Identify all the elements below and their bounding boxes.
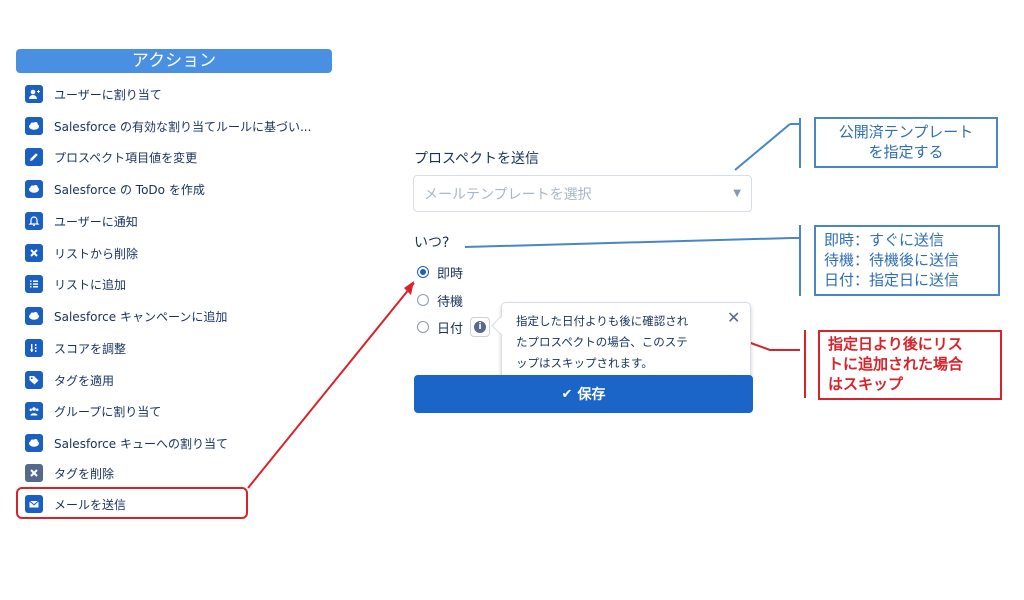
callout-skip: 指定日より後にリス トに追加された場合 はスキップ bbox=[818, 330, 1002, 400]
callout-line: はスキップ bbox=[828, 375, 904, 393]
callout-line: 日付：指定日に送信 bbox=[824, 271, 960, 289]
action-item-add-to-campaign[interactable]: Salesforce キャンペーンに追加 bbox=[22, 303, 227, 329]
callout-line: 待機：待機後に送信 bbox=[824, 251, 960, 269]
leader-line-skip bbox=[747, 341, 800, 351]
callout-timing: 即時：すぐに送信 待機：待機後に送信 日付：指定日に送信 bbox=[814, 225, 1000, 296]
action-item-label: ユーザーに通知 bbox=[54, 214, 138, 229]
list-icon bbox=[25, 275, 43, 293]
callout-line: 指定日より後にリス bbox=[828, 335, 963, 353]
leader-line-timing bbox=[464, 237, 793, 248]
action-item-assign-rule[interactable]: Salesforce の有効な割り当てルールに基づい... bbox=[22, 113, 311, 139]
action-item-apply-tag[interactable]: タグを適用 bbox=[22, 367, 114, 393]
x-icon bbox=[25, 464, 43, 482]
send-email-highlight bbox=[16, 487, 248, 519]
action-item-assign-queue[interactable]: Salesforce キューへの割り当て bbox=[22, 430, 228, 456]
sort-score-icon bbox=[25, 339, 43, 357]
action-item-change-field[interactable]: プロスペクト項目値を変更 bbox=[22, 144, 197, 170]
action-item-create-todo[interactable]: Salesforce の ToDo を作成 bbox=[22, 176, 205, 202]
tooltip-line: たプロスペクトの場合、このステ bbox=[516, 335, 688, 349]
action-item-label: リストから削除 bbox=[54, 246, 139, 261]
caret-down-icon: ▼ bbox=[733, 188, 741, 199]
email-template-select[interactable]: メールテンプレートを選択 ▼ bbox=[413, 175, 752, 212]
salesforce-cloud-icon bbox=[25, 180, 43, 198]
callout-template: 公開済テンプレート を指定する bbox=[814, 117, 998, 168]
radio-button[interactable] bbox=[417, 294, 429, 306]
action-item-adjust-score[interactable]: スコアを調整 bbox=[22, 335, 126, 361]
action-item-label: タグを削除 bbox=[54, 466, 115, 481]
action-item-assign-user[interactable]: ユーザーに割り当て bbox=[22, 81, 162, 107]
action-item-label: Salesforce キャンペーンに追加 bbox=[54, 309, 228, 324]
callout-line: トに追加された場合 bbox=[828, 355, 964, 373]
info-button[interactable]: i bbox=[470, 317, 490, 337]
callout-line: 公開済テンプレート bbox=[838, 123, 974, 141]
action-item-assign-group[interactable]: グループに割り当て bbox=[22, 398, 161, 424]
action-item-label: タグを適用 bbox=[54, 373, 115, 388]
tag-icon bbox=[25, 371, 43, 389]
action-item-label: Salesforce の ToDo を作成 bbox=[54, 182, 205, 197]
group-icon bbox=[25, 402, 43, 420]
bell-icon bbox=[25, 212, 43, 230]
arrow-line-send-email bbox=[247, 282, 415, 489]
action-item-label: グループに割り当て bbox=[54, 404, 162, 419]
action-item-label: スコアを調整 bbox=[54, 341, 127, 356]
radio-label: 即時 bbox=[437, 266, 464, 282]
action-item-label: プロスペクト項目値を変更 bbox=[54, 150, 198, 165]
action-item-label: Salesforce キューへの割り当て bbox=[54, 436, 228, 451]
callout-line: 即時：すぐに送信 bbox=[824, 231, 945, 249]
leader-line-template bbox=[734, 123, 791, 171]
info-icon: i bbox=[474, 321, 486, 333]
salesforce-cloud-icon bbox=[25, 307, 43, 325]
template-placeholder: メールテンプレートを選択 bbox=[424, 186, 592, 203]
save-button[interactable]: ✔ 保存 bbox=[414, 375, 753, 413]
action-item-remove-from-list[interactable]: リストから削除 bbox=[22, 240, 138, 266]
radio-date[interactable]: 日付 bbox=[417, 317, 463, 337]
checkmark-icon: ✔ bbox=[561, 386, 573, 402]
x-icon bbox=[25, 244, 43, 262]
action-item-label: Salesforce の有効な割り当てルールに基づい... bbox=[54, 119, 312, 134]
tooltip-line: ップはスキップされます。 bbox=[516, 356, 653, 370]
action-item-add-to-list[interactable]: リストに追加 bbox=[22, 271, 126, 297]
date-tooltip: 指定した日付よりも後に確認され たプロスペクトの場合、このステ ップはスキップさ… bbox=[501, 302, 751, 382]
action-item-label: リストに追加 bbox=[54, 277, 127, 292]
user-add-icon bbox=[25, 85, 43, 103]
action-item-remove-tag[interactable]: タグを削除 bbox=[22, 460, 114, 486]
action-item-label: ユーザーに割り当て bbox=[54, 87, 162, 102]
close-icon[interactable]: ✕ bbox=[727, 308, 740, 327]
actions-header: アクション bbox=[16, 49, 332, 73]
form-title: プロスペクトを送信 bbox=[414, 151, 540, 167]
save-label: 保存 bbox=[577, 387, 606, 403]
radio-label: 日付 bbox=[437, 321, 464, 337]
salesforce-cloud-icon bbox=[25, 117, 43, 135]
radio-wait[interactable]: 待機 bbox=[417, 290, 463, 310]
pencil-icon bbox=[25, 148, 43, 166]
salesforce-cloud-icon bbox=[25, 434, 43, 452]
action-item-notify-user[interactable]: ユーザーに通知 bbox=[22, 208, 138, 234]
radio-label: 待機 bbox=[437, 294, 464, 310]
radio-button[interactable] bbox=[417, 321, 429, 333]
radio-immediate[interactable]: 即時 bbox=[417, 262, 463, 282]
tooltip-line: 指定した日付よりも後に確認され bbox=[516, 314, 689, 328]
callout-line: を指定する bbox=[868, 143, 944, 161]
radio-button-checked[interactable] bbox=[417, 266, 429, 278]
when-label: いつ? bbox=[414, 235, 450, 251]
